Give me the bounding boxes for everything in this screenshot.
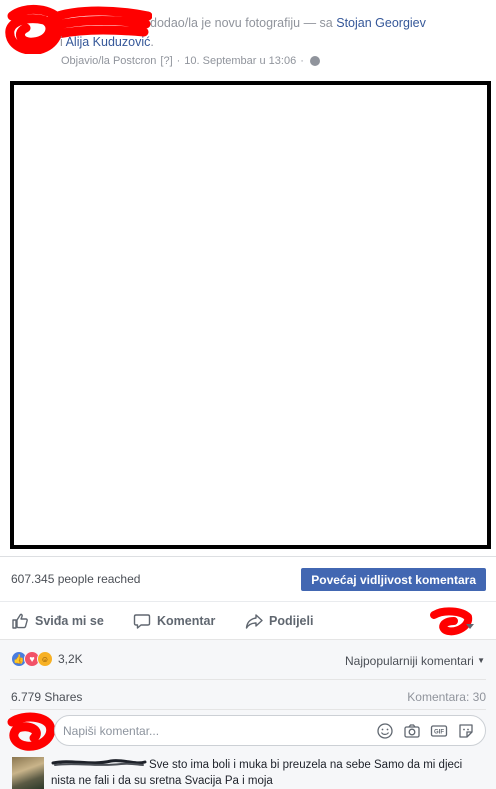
share-label: Podijeli xyxy=(269,614,314,628)
like-label: Sviđa mi se xyxy=(35,614,104,628)
haha-reaction-icon: ☺ xyxy=(37,651,53,667)
redacted-self-avatar xyxy=(7,712,56,751)
post-meta: Objavio/la Postcron [?] · 10. Septembar … xyxy=(61,55,320,67)
post-actions: Sviđa mi se Komentar Podijeli xyxy=(0,602,496,640)
shares-count[interactable]: 6.779 Shares xyxy=(11,690,82,704)
sticker-icon[interactable] xyxy=(457,722,475,740)
commenter-avatar[interactable] xyxy=(12,757,44,789)
post-action-line: dodao/la je novu fotografiju — sa Stojan… xyxy=(150,16,426,30)
comment-sort-dropdown[interactable]: Najpopularniji komentari ▼ xyxy=(345,654,485,668)
comment-input[interactable] xyxy=(63,716,363,745)
reactions-summary[interactable]: 👍 ♥ ☺ 3,2K xyxy=(11,651,83,667)
meta-separator: · xyxy=(300,55,304,67)
and-word: i xyxy=(60,35,63,49)
gif-icon[interactable]: GIF xyxy=(430,722,448,740)
svg-text:GIF: GIF xyxy=(434,730,444,736)
reaction-count[interactable]: 3,2K xyxy=(58,652,83,666)
speech-bubble-icon xyxy=(133,614,151,629)
comment-composer[interactable]: GIF xyxy=(54,715,486,746)
camera-icon[interactable] xyxy=(403,722,421,740)
tagged-user-link-2[interactable]: Alija Kuduzović xyxy=(66,35,151,49)
comment-text: Sve sto ima boli i muka bi preuzela na s… xyxy=(51,759,463,787)
help-marker[interactable]: [?] xyxy=(160,55,172,67)
thumbs-up-icon xyxy=(12,613,28,629)
post-stats-bar: 607.345 people reached Povećaj vidljivos… xyxy=(0,556,496,602)
published-via[interactable]: Objavio/la Postcron xyxy=(61,55,156,67)
share-arrow-icon xyxy=(245,614,263,629)
period: . xyxy=(150,35,154,49)
post-action-line-2: i Alija Kuduzović. xyxy=(60,35,154,49)
comment-label: Komentar xyxy=(157,614,216,628)
feedback-section: 👍 ♥ ☺ 3,2K Najpopularniji komentari ▼ 6.… xyxy=(0,640,496,789)
meta-separator: · xyxy=(176,55,181,67)
boost-comments-button[interactable]: Povećaj vidljivost komentara xyxy=(301,568,486,591)
tagged-user-link[interactable]: Stojan Georgiev xyxy=(336,16,426,30)
share-button[interactable]: Podijeli xyxy=(245,612,313,630)
sort-label: Najpopularniji komentari xyxy=(345,654,474,668)
divider xyxy=(10,679,486,680)
people-reached[interactable]: 607.345 people reached xyxy=(11,572,140,586)
post-photo[interactable] xyxy=(10,81,491,549)
post-header: dodao/la je novu fotografiju — sa Stojan… xyxy=(0,0,496,80)
like-button[interactable]: Sviđa mi se xyxy=(11,612,104,630)
divider xyxy=(10,709,486,710)
emoji-icon[interactable] xyxy=(376,722,394,740)
post-date[interactable]: 10. Septembar u 13:06 xyxy=(184,55,296,67)
composer-icons: GIF xyxy=(376,722,475,740)
post-action-text: dodao/la je novu fotografiju — sa xyxy=(150,16,333,30)
caret-down-icon: ▼ xyxy=(477,656,485,665)
comments-count[interactable]: Komentara: 30 xyxy=(407,690,486,704)
comment-button[interactable]: Komentar xyxy=(133,612,215,630)
globe-icon[interactable] xyxy=(309,56,320,66)
redacted-menu-chevron[interactable] xyxy=(428,605,476,639)
